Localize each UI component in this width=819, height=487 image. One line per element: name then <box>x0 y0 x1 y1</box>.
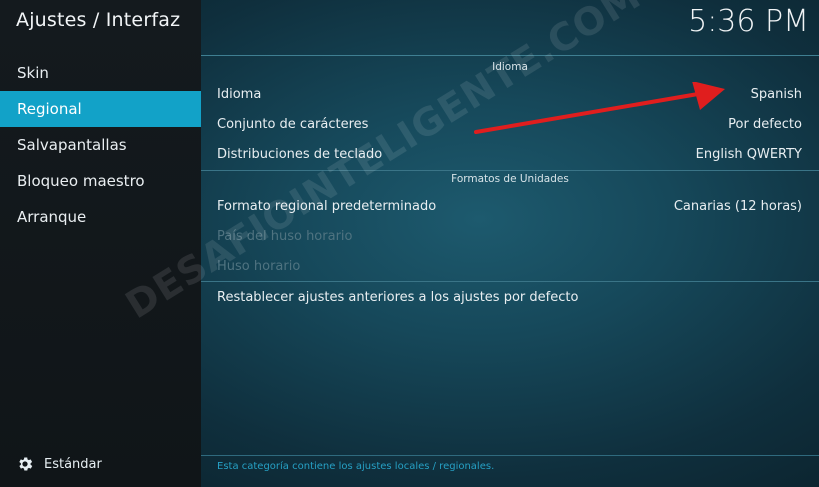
settings-level-label: Estándar <box>44 456 102 472</box>
setting-value: Por defecto <box>728 117 802 132</box>
reset-settings-button[interactable]: Restablecer ajustes anteriores a los aju… <box>201 284 819 312</box>
setting-row-keyboard[interactable]: Distribuciones de teclado English QWERTY <box>201 141 819 169</box>
setting-value: Spanish <box>750 87 802 102</box>
divider <box>201 170 819 171</box>
divider <box>201 281 819 282</box>
setting-value: English QWERTY <box>695 147 802 162</box>
sidebar-item-regional[interactable]: Regional <box>0 91 201 127</box>
sidebar-nav: Skin Regional Salvapantallas Bloqueo mae… <box>0 55 201 235</box>
sidebar-item-arranque[interactable]: Arranque <box>0 199 201 235</box>
sidebar-item-bloqueo-maestro[interactable]: Bloqueo maestro <box>0 163 201 199</box>
gear-icon <box>19 457 33 471</box>
red-arrow-annotation <box>474 82 725 134</box>
setting-label: Conjunto de carácteres <box>217 117 369 132</box>
page-title: Ajustes / Interfaz <box>16 9 181 31</box>
divider <box>201 455 819 456</box>
sidebar: Ajustes / Interfaz Skin Regional Salvapa… <box>0 0 201 487</box>
settings-level-button[interactable]: Estándar <box>16 455 102 473</box>
clock: 5:36 PM <box>688 4 809 39</box>
category-description: Esta categoría contiene los ajustes loca… <box>217 461 495 472</box>
setting-label: Idioma <box>217 87 262 102</box>
setting-row-timezone: Huso horario <box>201 253 819 281</box>
sidebar-item-skin[interactable]: Skin <box>0 55 201 91</box>
setting-label: Restablecer ajustes anteriores a los aju… <box>217 290 579 305</box>
setting-value: Canarias (12 horas) <box>673 199 802 214</box>
sidebar-item-salvapantallas[interactable]: Salvapantallas <box>0 127 201 163</box>
